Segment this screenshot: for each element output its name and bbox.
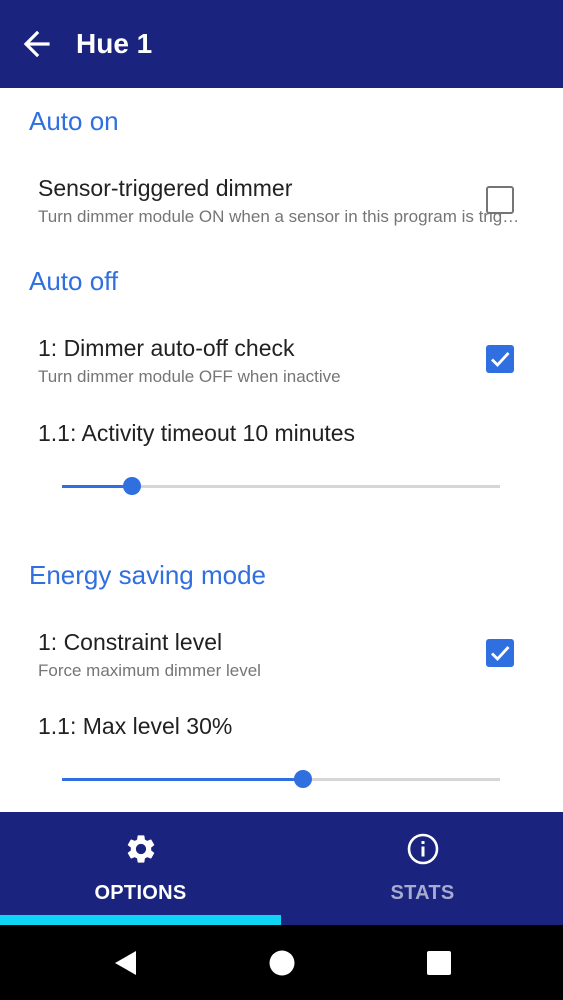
pref-title: Sensor-triggered dimmer bbox=[38, 175, 293, 201]
arrow-back-icon bbox=[23, 30, 50, 58]
auto-off-checkbox[interactable] bbox=[486, 345, 514, 373]
info-icon bbox=[407, 833, 438, 865]
system-recents-button[interactable] bbox=[425, 949, 453, 977]
slider-thumb[interactable] bbox=[123, 477, 142, 495]
check-icon bbox=[491, 646, 510, 662]
tab-options[interactable]: OPTIONS bbox=[0, 812, 281, 925]
gear-icon bbox=[127, 835, 154, 863]
sensor-dimmer-checkbox[interactable] bbox=[486, 186, 514, 214]
square-recents-icon bbox=[427, 951, 451, 975]
bottom-navigation: OPTIONS STATS bbox=[0, 812, 563, 925]
slider-fill bbox=[62, 485, 133, 488]
section-header-energy-saving: Energy saving mode bbox=[29, 560, 267, 590]
pref-summary: Turn dimmer module OFF when inactive bbox=[38, 367, 341, 386]
pref-title: 1: Constraint level bbox=[38, 629, 223, 655]
tab-label: STATS bbox=[390, 882, 455, 904]
check-icon bbox=[491, 352, 510, 368]
tab-label: OPTIONS bbox=[94, 882, 187, 904]
pref-title: 1.1: Activity timeout 10 minutes bbox=[38, 420, 356, 446]
activity-timeout-slider[interactable] bbox=[62, 474, 500, 498]
circle-home-icon bbox=[269, 950, 295, 976]
pref-summary: Turn dimmer module ON when a sensor in t… bbox=[38, 207, 523, 226]
selected-tab-indicator bbox=[0, 915, 281, 925]
tab-stats[interactable]: STATS bbox=[282, 812, 563, 925]
page-title: Hue 1 bbox=[76, 28, 153, 59]
constraint-level-checkbox[interactable] bbox=[486, 639, 514, 667]
slider-thumb[interactable] bbox=[293, 770, 312, 788]
system-back-button[interactable] bbox=[112, 949, 140, 977]
pref-summary: Force maximum dimmer level bbox=[38, 661, 261, 680]
max-level-slider[interactable] bbox=[62, 767, 500, 791]
slider-fill bbox=[62, 778, 303, 781]
app-bar: Hue 1 bbox=[0, 0, 563, 88]
preferences-list[interactable]: Auto on Sensor-triggered dimmer Turn dim… bbox=[0, 88, 563, 812]
system-home-button[interactable] bbox=[268, 949, 296, 977]
triangle-back-icon bbox=[115, 951, 136, 975]
section-header-auto-on: Auto on bbox=[29, 106, 119, 136]
system-navigation-bar bbox=[0, 925, 563, 1000]
back-button[interactable] bbox=[18, 24, 58, 64]
pref-title: 1.1: Max level 30% bbox=[38, 713, 233, 739]
pref-title: 1: Dimmer auto-off check bbox=[38, 335, 295, 361]
section-header-auto-off: Auto off bbox=[29, 266, 119, 296]
